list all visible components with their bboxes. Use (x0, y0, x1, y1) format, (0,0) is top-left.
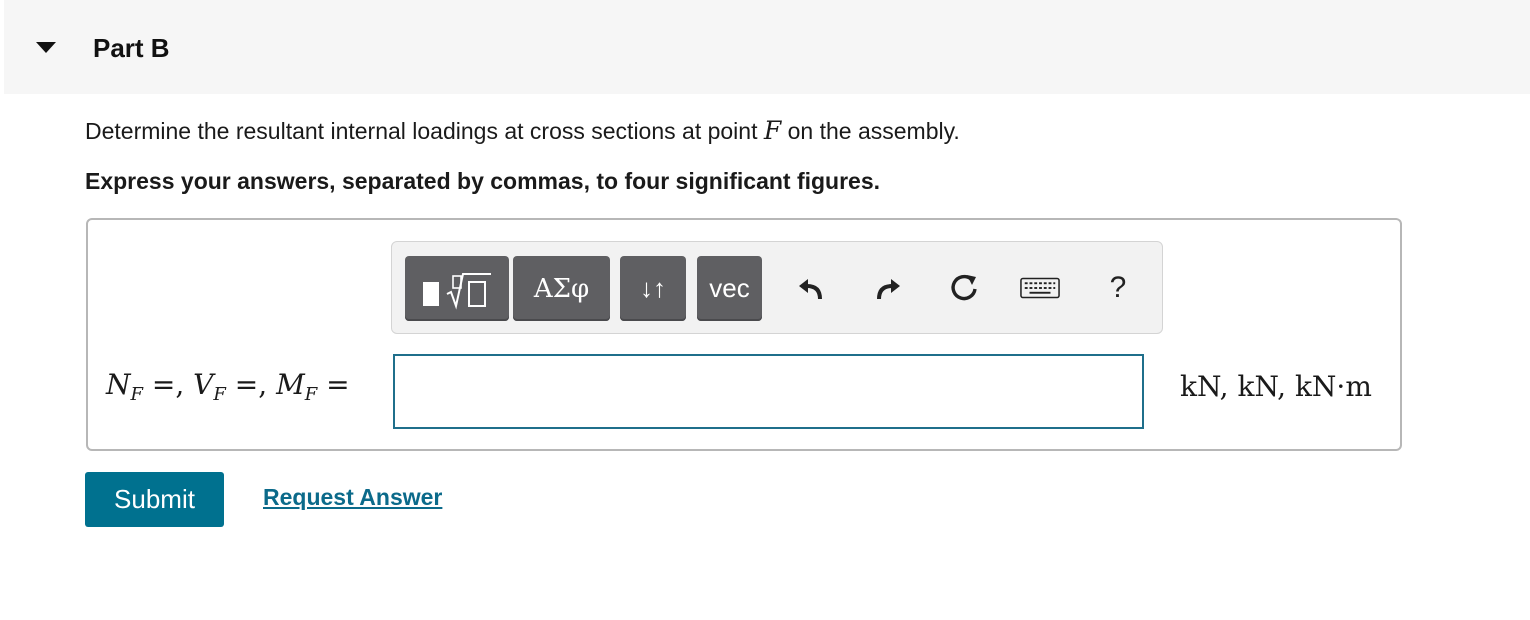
reset-icon (951, 274, 977, 301)
var-v: V (193, 368, 214, 401)
redo-button[interactable] (868, 268, 908, 308)
undo-icon (799, 279, 822, 300)
var-m-sub: F (304, 384, 318, 405)
submit-button[interactable]: Submit (85, 472, 224, 527)
part-title: Part B (93, 33, 170, 63)
prompt-text-before: Determine the resultant internal loading… (85, 118, 764, 144)
arrows-updown-icon: ↓↑ (640, 273, 666, 303)
keyboard-button[interactable] (1020, 268, 1060, 308)
answer-units: kN, kN, kN·m (1180, 370, 1372, 403)
eq-sign-2: =, (225, 368, 277, 401)
answer-input[interactable] (393, 354, 1144, 429)
redo-icon (877, 279, 900, 300)
caret-down-icon[interactable] (36, 42, 56, 53)
var-n-sub: F (130, 384, 144, 405)
undo-button[interactable] (791, 268, 831, 308)
keyboard-icon (1020, 277, 1060, 299)
eq-sign-1: =, (143, 368, 194, 401)
subscript-superscript-button[interactable]: ↓↑ (620, 256, 686, 321)
templates-icon (423, 272, 491, 310)
greek-symbols-label: ΑΣφ (533, 273, 590, 304)
answer-instruction: Express your answers, separated by comma… (85, 168, 881, 194)
prompt-variable: F (763, 116, 782, 145)
prompt-text-after: on the assembly. (781, 118, 960, 144)
var-v-sub: F (213, 384, 226, 405)
help-button[interactable]: ? (1098, 268, 1138, 308)
var-m: M (276, 368, 305, 401)
answer-variables: NF =, VF =, MF = (106, 368, 350, 405)
reset-button[interactable] (944, 268, 984, 308)
greek-symbols-button[interactable]: ΑΣφ (513, 256, 610, 321)
eq-sign-3: = (317, 368, 350, 401)
vector-label: vec (709, 273, 750, 303)
question-prompt: Determine the resultant internal loading… (85, 116, 960, 145)
var-n: N (106, 368, 131, 401)
request-answer-link[interactable]: Request Answer (263, 484, 442, 511)
templates-button[interactable] (405, 256, 509, 321)
part-header[interactable]: Part B (4, 0, 1530, 94)
vector-button[interactable]: vec (697, 256, 762, 321)
